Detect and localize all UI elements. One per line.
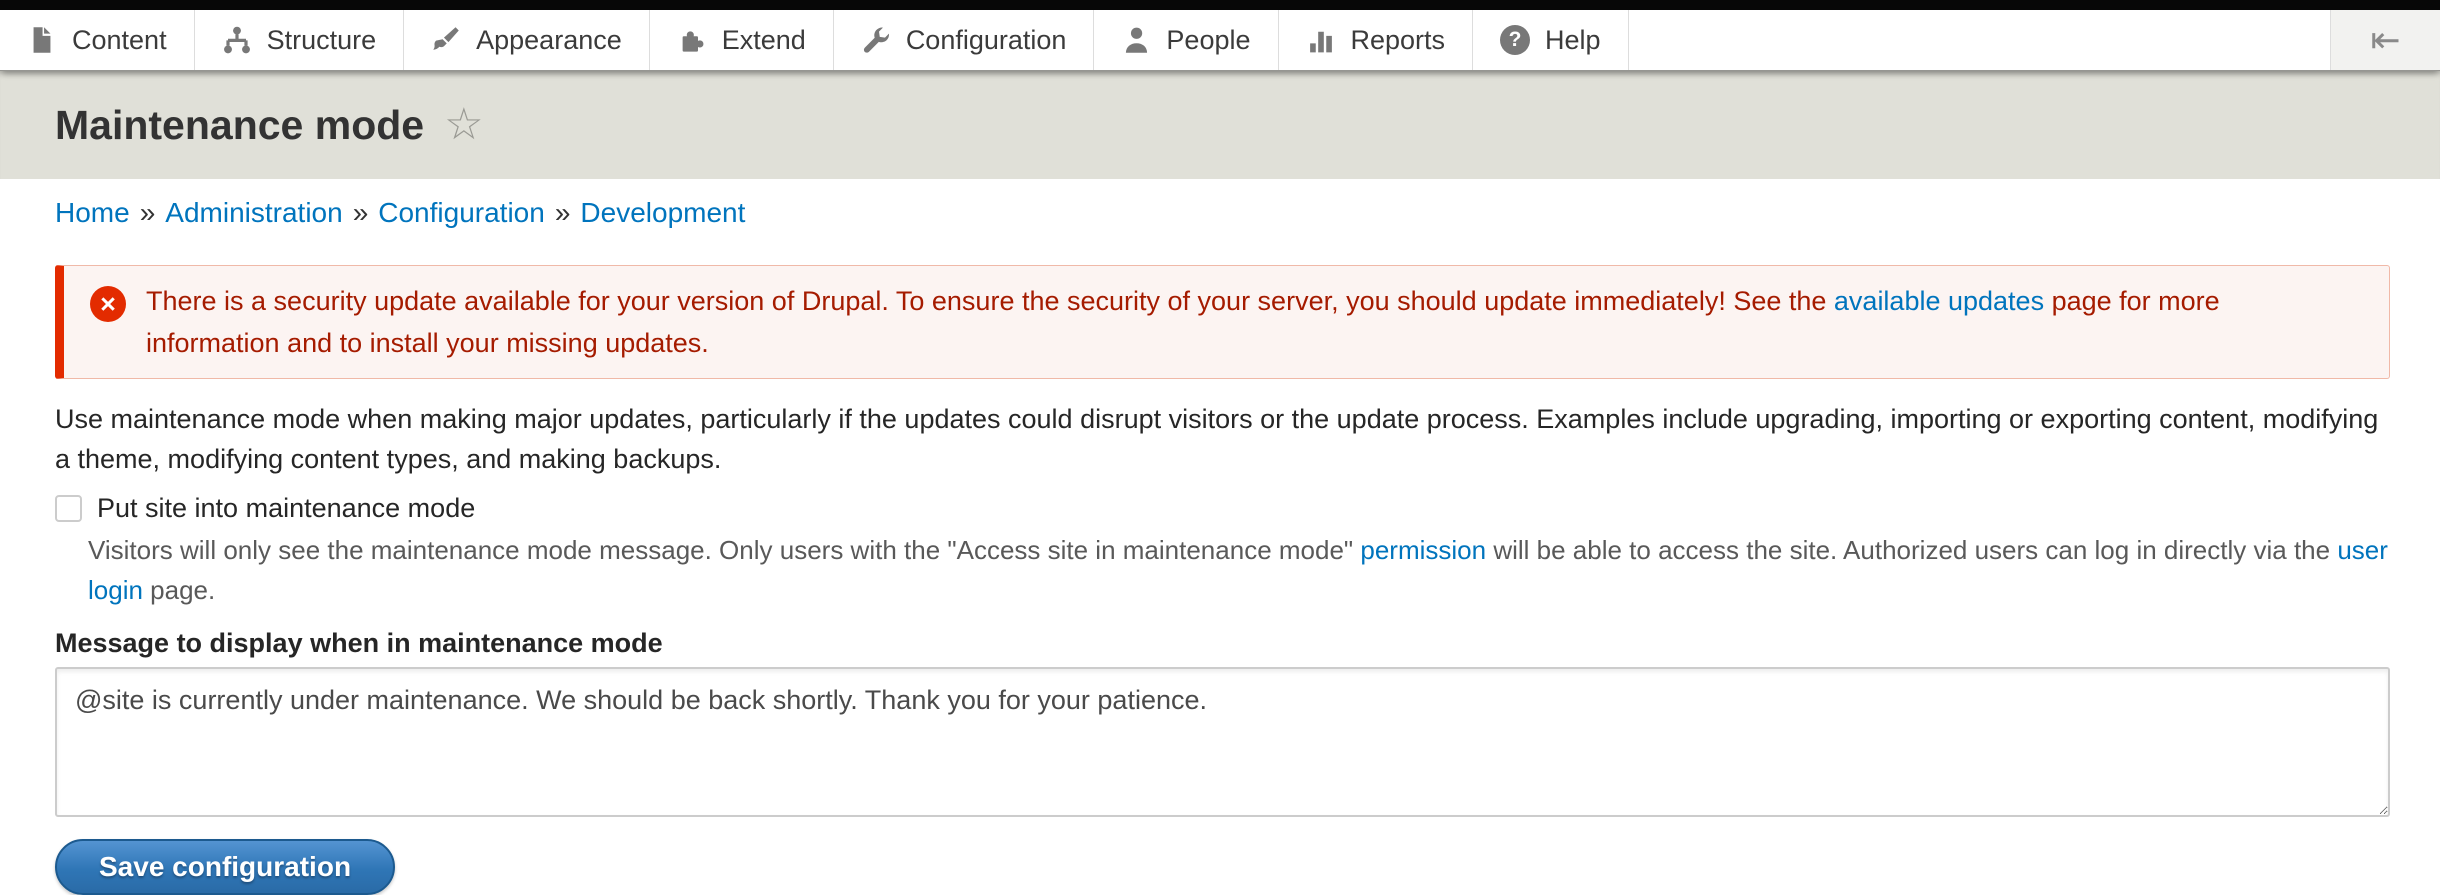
breadcrumb-separator: » [353,197,369,228]
toolbar-item-label: Structure [267,25,377,56]
toolbar-item-label: Extend [722,25,806,56]
toolbar-item-configuration[interactable]: Configuration [834,10,1095,70]
error-x-icon: × [90,286,126,322]
maintenance-message-label: Message to display when in maintenance m… [55,628,2390,659]
permission-link[interactable]: permission [1360,535,1486,565]
wrench-icon [861,25,891,55]
main-content: Home » Administration » Configuration » Develo… [0,179,2440,895]
toolbar-item-appearance[interactable]: Appearance [404,10,650,70]
person-icon [1121,25,1151,55]
breadcrumb-link-configuration[interactable]: Configuration [378,197,545,228]
toolbar-item-label: Content [72,25,167,56]
paintbrush-icon [431,25,461,55]
toolbar-item-label: Help [1545,25,1601,56]
breadcrumb: Home » Administration » Configuration » Develo… [55,195,2390,231]
puzzle-icon [677,25,707,55]
breadcrumb-link-development[interactable]: Development [580,197,745,228]
toolbar-orientation-toggle[interactable]: ⇤ [2330,10,2440,70]
toolbar-item-help[interactable]: ? Help [1473,10,1629,70]
toolbar-item-label: People [1166,25,1250,56]
toolbar-item-label: Configuration [906,25,1067,56]
breadcrumb-link-home[interactable]: Home [55,197,130,228]
maintenance-message-textarea[interactable]: @site is currently under maintenance. We… [55,667,2390,817]
bar-chart-icon [1306,25,1336,55]
shortcut-star-icon[interactable]: ☆ [444,103,483,147]
page-header: Maintenance mode ☆ [0,71,2440,179]
available-updates-link[interactable]: available updates [1834,286,2044,316]
description-part2: will be able to access the site. Authori… [1486,535,2337,565]
maintenance-mode-checkbox[interactable] [55,495,82,522]
description-part3: page. [143,575,215,605]
toolbar-item-reports[interactable]: Reports [1279,10,1474,70]
file-icon [27,25,57,55]
help-icon: ? [1500,25,1530,55]
maintenance-mode-checkbox-row: Put site into maintenance mode [55,493,2390,524]
toolbar-item-label: Reports [1351,25,1446,56]
admin-toolbar: Content Structure Appearance Extend [0,10,2440,71]
breadcrumb-link-administration[interactable]: Administration [165,197,342,228]
toolbar-spacer [1629,10,2330,70]
maintenance-mode-checkbox-description: Visitors will only see the maintenance m… [88,530,2390,610]
page-title: Maintenance mode [55,102,424,149]
save-configuration-button[interactable]: Save configuration [55,839,395,895]
toolbar-item-extend[interactable]: Extend [650,10,834,70]
toolbar-item-people[interactable]: People [1094,10,1278,70]
error-text-before: There is a security update available for… [146,286,1834,316]
breadcrumb-separator: » [140,197,156,228]
description-part1: Visitors will only see the maintenance m… [88,535,1360,565]
security-update-error-message: × There is a security update available f… [55,265,2390,379]
maintenance-mode-intro: Use maintenance mode when making major u… [55,399,2390,479]
collapse-left-icon: ⇤ [2370,19,2400,61]
sitemap-icon [222,25,252,55]
toolbar-item-label: Appearance [476,25,622,56]
toolbar-top-strip [0,0,2440,10]
breadcrumb-separator: » [555,197,571,228]
toolbar-item-structure[interactable]: Structure [195,10,405,70]
maintenance-mode-checkbox-label[interactable]: Put site into maintenance mode [97,493,475,524]
toolbar-item-content[interactable]: Content [0,10,195,70]
